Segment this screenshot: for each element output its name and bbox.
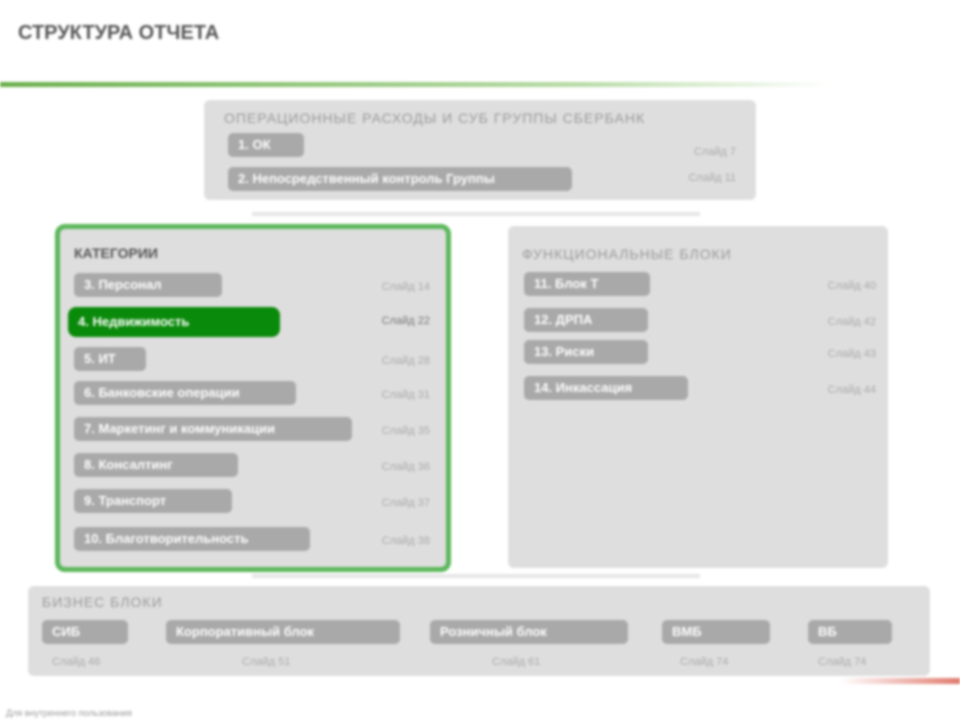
business-blocks-box: БИЗНЕС БЛОКИ СИБ Слайд 46 Корпоративный бл… [28,586,930,676]
slide-ref[interactable]: Слайд 36 [382,461,430,473]
category-item[interactable]: 3. Персонал [74,273,222,297]
categories-box: КАТЕГОРИИ 3. Персонал Слайд 14 4. Недвижим… [55,224,451,572]
item-group-control[interactable]: 2. Непосредственный контроль Группы [228,167,572,191]
slide-ref[interactable]: Слайд 35 [382,425,430,437]
slide-ref[interactable]: Слайд 40 [828,280,876,292]
operating-expenses-box: ОПЕРАЦИОННЫЕ РАСХОДЫ И СУБ ГРУППЫ СБЕРБА… [204,100,756,200]
slide-ref[interactable]: Слайд 22 [382,315,430,327]
section-header: КАТЕГОРИИ [74,245,158,261]
slide-ref[interactable]: Слайд 37 [382,497,430,509]
functional-item[interactable]: 14. Инкассация [524,376,688,400]
slide-ref[interactable]: Слайд 61 [492,656,540,668]
functional-item[interactable]: 13. Риски [524,340,648,364]
slide-ref[interactable]: Слайд 14 [382,281,430,293]
functional-item[interactable]: 11. Блок Т [524,272,650,296]
section-header: ОПЕРАЦИОННЫЕ РАСХОДЫ И СУБ ГРУППЫ СБЕРБА… [224,110,646,126]
category-item[interactable]: 10. Благотворительность [74,527,310,551]
category-item[interactable]: 9. Транспорт [74,489,232,513]
red-accent [840,678,960,684]
footer-note: Для внутреннего пользования [6,708,132,718]
slide-ref[interactable]: Слайд 38 [382,535,430,547]
business-item[interactable]: Розничный блок [430,620,628,644]
slide-ref[interactable]: Слайд 43 [828,348,876,360]
category-item[interactable]: 5. ИТ [74,347,146,371]
slide-ref[interactable]: Слайд 7 [694,146,736,158]
functional-blocks-box: ФУНКЦИОНАЛЬНЫЕ БЛОКИ 11. Блок Т Слайд 40 1… [508,226,888,568]
green-divider [0,82,830,87]
slide-ref[interactable]: Слайд 46 [52,656,100,668]
slide-ref[interactable]: Слайд 51 [242,656,290,668]
category-item[interactable]: 7. Маркетинг и коммуникации [74,417,352,441]
slide-ref[interactable]: Слайд 44 [828,384,876,396]
business-item[interactable]: ВМБ [662,620,770,644]
business-item[interactable]: СИБ [42,620,128,644]
slide-ref[interactable]: Слайд 11 [688,172,736,184]
slide-ref[interactable]: Слайд 74 [680,656,728,668]
section-header: БИЗНЕС БЛОКИ [42,594,163,610]
slide-ref[interactable]: Слайд 28 [382,355,430,367]
connector [252,212,700,216]
category-item[interactable]: 6. Банковские операции [74,381,296,405]
category-item[interactable]: 4. Недвижимость [68,307,280,337]
slide-ref[interactable]: Слайд 31 [382,389,430,401]
section-header: ФУНКЦИОНАЛЬНЫЕ БЛОКИ [522,246,732,262]
connector [252,574,700,578]
business-item[interactable]: ВБ [808,620,892,644]
functional-item[interactable]: 12. ДРПА [524,308,648,332]
item-ok[interactable]: 1. ОК [228,133,304,157]
slide-ref[interactable]: Слайд 42 [828,316,876,328]
category-item[interactable]: 8. Консалтинг [74,453,238,477]
page-title: СТРУКТУРА ОТЧЕТА [18,22,220,44]
slide-ref[interactable]: Слайд 74 [818,656,866,668]
business-item[interactable]: Корпоративный блок [166,620,400,644]
